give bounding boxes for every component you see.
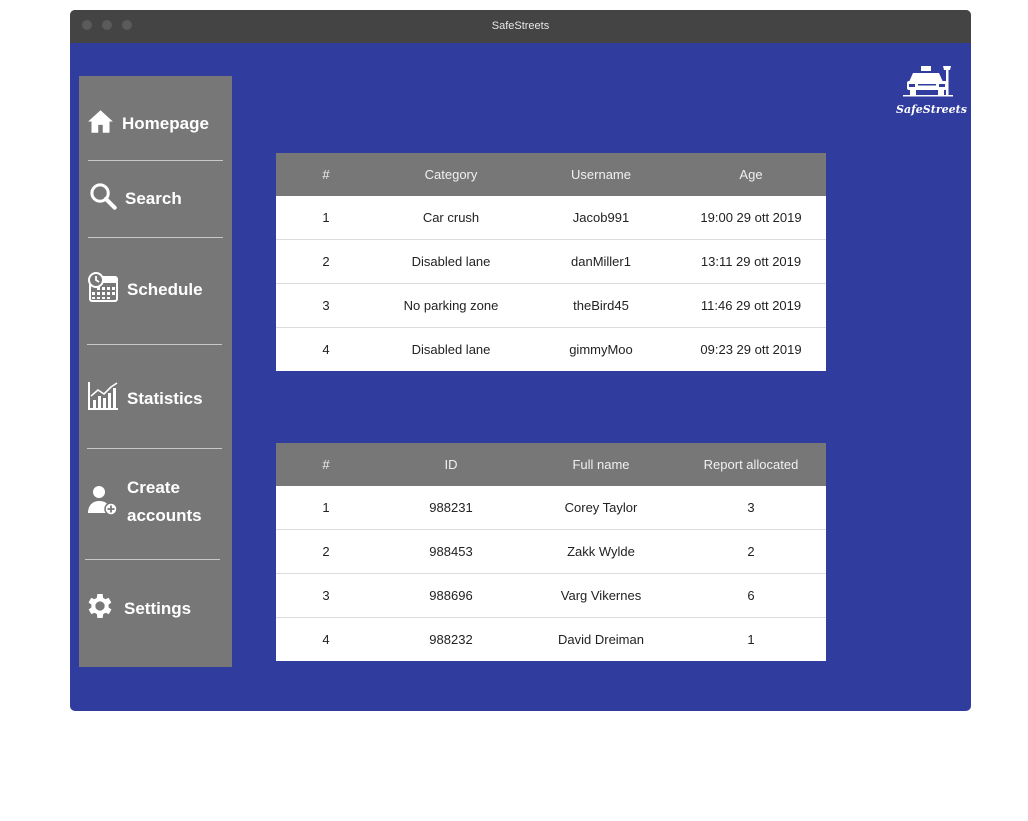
sidebar-item-settings[interactable]: Settings (84, 590, 191, 627)
table-row[interactable]: 1 988231 Corey Taylor 3 (276, 486, 826, 529)
sidebar-item-statistics[interactable]: Statistics (87, 381, 203, 416)
sidebar-item-label: Homepage (122, 114, 209, 133)
table-cell: Varg Vikernes (560, 588, 642, 603)
table-cell: 4 (322, 342, 330, 357)
table-cell: 2 (322, 544, 330, 559)
sidebar-item-schedule[interactable]: Schedule (87, 271, 203, 308)
app-window: SafeStreets SafeStreets Homepage Search … (70, 10, 971, 711)
table-cell: Corey Taylor (564, 500, 638, 515)
table-cell: 3 (322, 298, 330, 313)
sidebar-divider (88, 237, 223, 238)
table-row[interactable]: 3 988696 Varg Vikernes 6 (276, 573, 826, 617)
column-header[interactable]: Full name (526, 443, 676, 486)
sidebar-divider (87, 344, 222, 345)
sidebar-divider (87, 448, 222, 449)
sidebar-item-label: Search (125, 188, 182, 208)
table-cell: 4 (322, 632, 330, 647)
table-row[interactable]: 3 No parking zone theBird45 11:46 29 ott… (276, 283, 826, 327)
column-header[interactable]: Report allocated (676, 443, 826, 486)
table-cell: Jacob991 (572, 210, 630, 225)
table-row[interactable]: 2 988453 Zakk Wylde 2 (276, 529, 826, 573)
sidebar-item-label: Settings (124, 598, 192, 618)
table-cell: 6 (747, 588, 755, 603)
accounts-table: # ID Full name Report allocated 1 988231… (276, 443, 826, 661)
table-cell: 09:23 29 ott 2019 (700, 342, 802, 357)
sidebar-item-label: Statistics (127, 388, 203, 408)
window-title: SafeStreets (491, 20, 550, 32)
table-cell: danMiller1 (571, 254, 631, 269)
sidebar-divider (88, 160, 223, 161)
sidebar-item-label: Schedule (127, 279, 203, 299)
sidebar-item-homepage[interactable]: Homepage (87, 108, 209, 140)
sidebar-item-search[interactable]: Search (89, 182, 182, 215)
app-logo: SafeStreets (896, 62, 967, 116)
column-header[interactable]: Category (376, 153, 526, 196)
table-cell: David Dreiman (558, 632, 644, 647)
column-header[interactable]: ID (376, 443, 526, 486)
table-cell: Zakk Wylde (567, 544, 635, 559)
create-accounts-line1: Create (127, 478, 180, 497)
table-cell: 988231 (429, 500, 473, 515)
reports-table: # Category Username Age 1 Car crush Jaco… (276, 153, 826, 371)
table-cell: 11:46 29 ott 2019 (700, 298, 802, 313)
sidebar-item-create-accounts[interactable]: Create accounts (87, 474, 202, 530)
table-cell: Disabled lane (411, 342, 491, 357)
table-cell: theBird45 (573, 298, 629, 313)
table-row[interactable]: 4 988232 David Dreiman 1 (276, 617, 826, 661)
logo-text: SafeStreets (896, 103, 967, 116)
table-row[interactable]: 4 Disabled lane gimmyMoo 09:23 29 ott 20… (276, 327, 826, 371)
column-header[interactable]: Age (676, 153, 826, 196)
table-cell: 13:11 29 ott 2019 (700, 254, 802, 269)
table-header: # Category Username Age (276, 153, 826, 196)
table-row[interactable]: 1 Car crush Jacob991 19:00 29 ott 2019 (276, 196, 826, 239)
table-cell: 3 (747, 500, 755, 515)
search-icon (89, 182, 117, 215)
table-cell: gimmyMoo (569, 342, 633, 357)
column-header[interactable]: # (276, 443, 376, 486)
table-cell: 19:00 29 ott 2019 (700, 210, 802, 225)
table-cell: 3 (322, 588, 330, 603)
sidebar-item-label: Create accounts (127, 474, 202, 530)
title-bar: SafeStreets (70, 10, 971, 43)
table-cell: 988453 (429, 544, 473, 559)
add-user-icon (87, 483, 119, 522)
table-header: # ID Full name Report allocated (276, 443, 826, 486)
gear-icon (84, 590, 116, 627)
column-header[interactable]: # (276, 153, 376, 196)
column-header[interactable]: Username (526, 153, 676, 196)
chart-icon (87, 381, 119, 416)
calendar-clock-icon (87, 271, 119, 308)
table-cell: 988696 (429, 588, 473, 603)
create-accounts-line2: accounts (127, 506, 202, 525)
car-and-streetlight-icon (903, 66, 953, 97)
table-cell: 988232 (429, 632, 473, 647)
table-cell: Disabled lane (411, 254, 491, 269)
table-cell: 2 (747, 544, 755, 559)
table-cell: Car crush (422, 210, 480, 225)
table-cell: 1 (322, 500, 330, 515)
table-row[interactable]: 2 Disabled lane danMiller1 13:11 29 ott … (276, 239, 826, 283)
table-cell: No parking zone (403, 298, 499, 313)
sidebar-divider (85, 559, 220, 560)
table-cell: 1 (322, 210, 330, 225)
table-cell: 2 (322, 254, 330, 269)
home-icon (87, 108, 114, 140)
sidebar: Homepage Search Schedule Statistics Crea… (79, 76, 232, 667)
table-cell: 1 (747, 632, 755, 647)
